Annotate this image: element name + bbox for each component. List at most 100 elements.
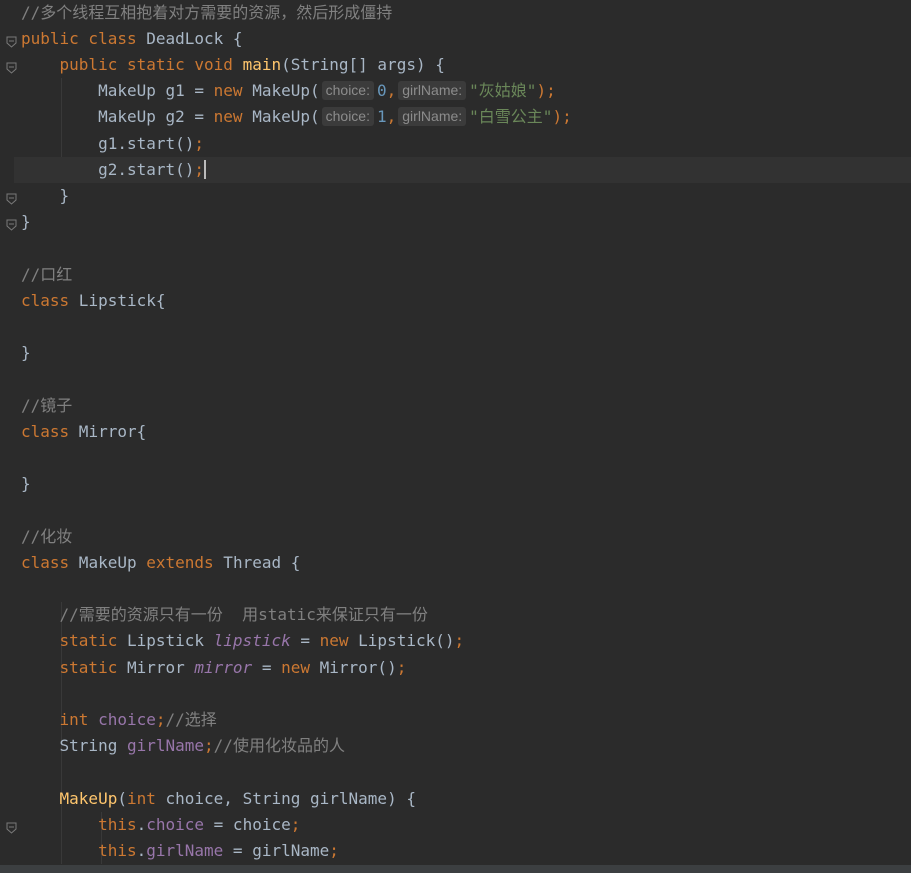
code-token: choice, String girlName) { [155,788,416,808]
code-token: DeadLock { [136,28,243,48]
code-line[interactable] [21,366,911,392]
code-token: . [136,814,147,834]
code-line[interactable]: //需要的资源只有一份 用static来保证只有一份 [21,602,911,628]
code-token: Lipstick{ [69,290,166,310]
code-line[interactable]: //口红 [21,262,911,288]
code-token: = [252,657,282,677]
code-token: //选择 [165,709,217,729]
code-line[interactable]: this.girlName = girlName; [21,838,911,864]
code-token: Mirror() [310,657,397,677]
code-token: ; [204,736,214,756]
code-line[interactable]: //化妆 [21,524,911,550]
code-token: g2.start() [21,159,195,179]
code-token: g1.start() [21,133,195,153]
code-token: int [59,709,89,729]
code-line[interactable] [21,681,911,707]
code-token: choice [146,814,205,834]
code-token: String [21,736,127,756]
code-token: . [136,840,147,860]
fold-marker-icon[interactable] [6,216,17,231]
code-token: class [21,290,70,310]
code-token: ; [454,631,465,651]
code-token: //多个线程互相抱着对方需要的资源，然后形成僵持 [21,2,393,22]
fold-marker-icon[interactable] [6,819,17,834]
code-token: MakeUp( [242,81,320,101]
code-token: 0 [376,81,387,101]
code-token: //使用化妆品的人 [213,736,345,756]
code-line[interactable] [21,445,911,471]
code-token: = choice [204,814,291,834]
parameter-hint: girlName: [398,107,467,127]
code-line[interactable] [21,314,911,340]
horizontal-scrollbar[interactable] [0,865,911,873]
code-token: Thread { [213,552,301,572]
code-token: new [213,81,243,101]
code-token: new [281,657,310,677]
code-token: MakeUp [69,552,147,572]
code-line[interactable]: class Lipstick{ [21,288,911,314]
code-line[interactable]: g1.start(); [21,131,911,157]
code-token: "白雪公主" [469,107,553,127]
code-line[interactable]: //多个线程互相抱着对方需要的资源，然后形成僵持 [21,0,911,26]
code-line[interactable]: MakeUp g1 = new MakeUp(choice: 0, girlName… [21,78,911,104]
code-line[interactable]: public static void main(String[] args) { [21,52,911,78]
code-line[interactable]: g2.start(); [14,156,911,183]
code-line[interactable]: } [21,183,911,209]
code-token: ; [290,814,301,834]
code-token: , [386,107,397,127]
code-line[interactable] [21,759,911,785]
code-token: this [98,814,137,834]
code-token: girlName [126,736,205,756]
code-token: } [21,474,31,494]
code-token: } [21,212,31,232]
code-line[interactable]: MakeUp(int choice, String girlName) { [21,786,911,812]
code-line[interactable]: //镜子 [21,393,911,419]
code-line[interactable] [21,497,911,523]
code-token: MakeUp [59,788,118,808]
text-caret [204,159,207,179]
code-line[interactable]: MakeUp g2 = new MakeUp(choice: 1, girlName… [21,104,911,130]
fold-marker-icon[interactable] [6,33,17,48]
code-token: this [98,840,137,860]
code-token: int [126,788,156,808]
code-token: new [319,631,349,651]
fold-marker-icon[interactable] [6,190,17,205]
code-line[interactable]: } [21,471,911,497]
code-token: (String[] args) { [281,54,445,74]
code-line[interactable]: static Mirror mirror = new Mirror(); [21,655,911,681]
code-line[interactable]: this.choice = choice; [21,812,911,838]
fold-marker-icon[interactable] [6,59,17,74]
code-line[interactable] [21,576,911,602]
code-token: main [242,54,282,74]
code-token: = [290,631,320,651]
code-line[interactable]: class Mirror{ [21,419,911,445]
code-token: Mirror [117,657,195,677]
parameter-hint: choice: [321,107,374,127]
code-line[interactable]: class MakeUp extends Thread { [21,550,911,576]
code-token: ; [194,133,205,153]
code-token: static [59,631,118,651]
code-line[interactable]: String girlName;//使用化妆品的人 [21,733,911,759]
code-line[interactable]: static Lipstick lipstick = new Lipstick(… [21,628,911,654]
code-token: choice [98,709,156,729]
code-token: mirror [194,657,253,677]
editor-gutter [0,0,21,873]
code-token: MakeUp g2 = [21,107,214,127]
code-line[interactable] [21,235,911,261]
code-token: } [21,343,31,363]
code-line[interactable]: } [21,340,911,366]
code-line[interactable]: public class DeadLock { [21,26,911,52]
code-token: ); [552,107,572,127]
code-line[interactable]: int choice;//选择 [21,707,911,733]
code-editor[interactable]: //多个线程互相抱着对方需要的资源，然后形成僵持 public class Dea… [0,0,911,873]
code-line[interactable]: } [21,209,911,235]
parameter-hint: girlName: [398,81,467,101]
code-token: , [386,81,397,101]
code-token: Lipstick() [348,631,455,651]
